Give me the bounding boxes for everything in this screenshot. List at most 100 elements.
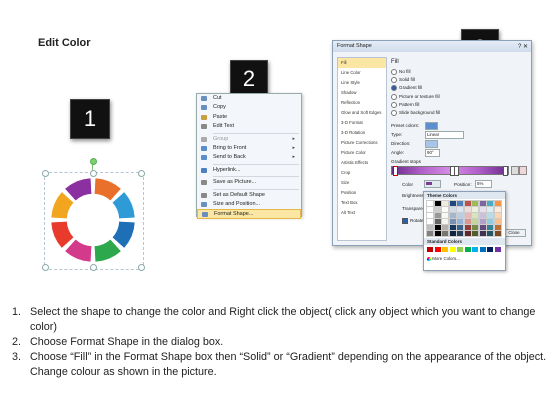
theme-color-swatch[interactable] xyxy=(433,224,442,231)
theme-color-swatch[interactable] xyxy=(471,230,479,237)
theme-color-swatch[interactable] xyxy=(433,200,442,207)
category-item-line-style[interactable]: Line Style xyxy=(338,78,386,88)
category-item-shadow[interactable]: Shadow xyxy=(338,88,386,98)
context-menu-item-copy[interactable]: Copy xyxy=(197,103,301,112)
category-item-position[interactable]: Position xyxy=(338,188,386,198)
category-item-glow-and-soft-edges[interactable]: Glow and Soft Edges xyxy=(338,108,386,118)
fill-option-no-fill[interactable]: No fill xyxy=(391,69,411,75)
position-input[interactable]: 5% xyxy=(475,180,492,188)
theme-color-swatch[interactable] xyxy=(456,212,464,219)
theme-color-swatch[interactable] xyxy=(486,212,494,219)
category-item-reflection[interactable]: Reflection xyxy=(338,98,386,108)
context-menu-item-size-and-position[interactable]: Size and Position... xyxy=(197,200,301,209)
theme-color-swatch[interactable] xyxy=(441,212,449,219)
theme-color-swatch[interactable] xyxy=(486,206,494,213)
theme-color-swatch[interactable] xyxy=(493,206,502,213)
theme-color-swatch[interactable] xyxy=(486,230,494,237)
theme-color-swatch[interactable] xyxy=(433,206,442,213)
theme-color-swatch[interactable] xyxy=(471,224,479,231)
theme-color-swatch[interactable] xyxy=(463,218,472,225)
theme-color-swatch[interactable] xyxy=(471,218,479,225)
category-item-alt-text[interactable]: Alt Text xyxy=(338,208,386,218)
context-menu-item-hyperlink[interactable]: Hyperlink... xyxy=(197,166,301,175)
theme-color-swatch[interactable] xyxy=(441,218,449,225)
category-item-fill[interactable]: Fill xyxy=(338,58,386,68)
gradient-stop-handle[interactable] xyxy=(503,166,508,176)
standard-color-swatch[interactable] xyxy=(457,247,463,252)
standard-color-swatch[interactable] xyxy=(449,247,456,252)
theme-color-swatch[interactable] xyxy=(433,218,442,225)
theme-color-swatch[interactable] xyxy=(478,230,487,237)
theme-color-swatch[interactable] xyxy=(456,200,464,207)
category-item-line-color[interactable]: Line Color xyxy=(338,68,386,78)
theme-color-swatch[interactable] xyxy=(456,206,464,213)
fill-option-pattern-fill[interactable]: Pattern fill xyxy=(391,101,419,108)
theme-color-swatch[interactable] xyxy=(448,218,457,225)
context-menu-item-bring-to-front[interactable]: Bring to Front ▸ xyxy=(197,144,301,153)
theme-color-swatch[interactable] xyxy=(493,230,502,237)
color-dropdown-button[interactable] xyxy=(424,180,441,188)
context-menu-item-edit-text[interactable]: Edit Text xyxy=(197,122,301,131)
ring-segment[interactable] xyxy=(111,191,136,219)
direction-dropdown[interactable] xyxy=(425,140,438,148)
theme-color-swatch[interactable] xyxy=(478,224,487,231)
category-item-artistic-effects[interactable]: Artistic Effects xyxy=(338,158,386,168)
theme-color-swatch[interactable] xyxy=(426,230,434,237)
category-item-3-d-format[interactable]: 3-D Format xyxy=(338,118,386,128)
context-menu-item-save-as-picture[interactable]: Save as Picture... xyxy=(197,178,301,187)
context-menu-item-set-as-default-shape[interactable]: Set as Default Shape xyxy=(197,191,301,200)
theme-color-swatch[interactable] xyxy=(426,200,434,207)
theme-color-swatch[interactable] xyxy=(463,200,472,207)
context-menu-item-group[interactable]: Group ▸ xyxy=(197,135,301,144)
angle-input[interactable]: 90° xyxy=(425,149,440,157)
theme-color-swatch[interactable] xyxy=(493,224,502,231)
theme-color-swatch[interactable] xyxy=(456,224,464,231)
remove-stop-icon[interactable] xyxy=(519,166,527,175)
theme-color-swatch[interactable] xyxy=(433,230,442,237)
category-item-3-d-rotation[interactable]: 3-D Rotation xyxy=(338,128,386,138)
category-item-picture-corrections[interactable]: Picture Corrections xyxy=(338,138,386,148)
standard-color-swatch[interactable] xyxy=(464,247,471,252)
theme-color-swatch[interactable] xyxy=(478,200,487,207)
theme-color-swatch[interactable] xyxy=(478,218,487,225)
theme-color-swatch[interactable] xyxy=(471,206,479,213)
theme-color-swatch[interactable] xyxy=(471,200,479,207)
theme-color-swatch[interactable] xyxy=(463,212,472,219)
ring-segment[interactable] xyxy=(94,177,122,202)
fill-option-solid-fill[interactable]: Solid fill xyxy=(391,77,415,84)
theme-color-swatch[interactable] xyxy=(463,224,472,231)
theme-color-swatch[interactable] xyxy=(448,224,457,231)
theme-color-swatch[interactable] xyxy=(463,230,472,237)
category-item-picture-color[interactable]: Picture Color xyxy=(338,148,386,158)
standard-color-swatch[interactable] xyxy=(472,247,478,252)
theme-color-swatch[interactable] xyxy=(448,212,457,219)
theme-color-swatch[interactable] xyxy=(486,218,494,225)
gradient-stop-handle[interactable] xyxy=(454,166,459,176)
theme-color-swatch[interactable] xyxy=(441,200,449,207)
more-colors-item[interactable]: More Colors... xyxy=(427,256,460,261)
category-item-size[interactable]: Size xyxy=(338,178,386,188)
theme-color-swatch[interactable] xyxy=(486,200,494,207)
theme-color-swatch[interactable] xyxy=(448,230,457,237)
theme-color-swatch[interactable] xyxy=(441,206,449,213)
theme-color-swatch[interactable] xyxy=(463,206,472,213)
ring-segment[interactable] xyxy=(50,221,75,249)
standard-color-swatch[interactable] xyxy=(427,247,433,252)
context-menu-item-paste[interactable]: Paste xyxy=(197,113,301,122)
fill-option-gradient-fill[interactable]: Gradient fill xyxy=(391,85,422,92)
theme-color-swatch[interactable] xyxy=(441,230,449,237)
type-dropdown[interactable]: Linear xyxy=(425,131,464,139)
theme-color-swatch[interactable] xyxy=(448,206,457,213)
context-menu-item-cut[interactable]: Cut xyxy=(197,94,301,103)
theme-color-swatch[interactable] xyxy=(426,224,434,231)
theme-color-swatch[interactable] xyxy=(493,200,502,207)
fill-option-picture-or-texture-fill[interactable]: Picture or texture fill xyxy=(391,93,440,100)
color-ring-shape[interactable] xyxy=(44,172,142,268)
theme-color-swatch[interactable] xyxy=(456,230,464,237)
theme-color-swatch[interactable] xyxy=(471,212,479,219)
standard-color-swatch[interactable] xyxy=(494,247,501,252)
gradient-stop-handle[interactable] xyxy=(393,166,398,176)
theme-color-swatch[interactable] xyxy=(433,212,442,219)
ring-segment[interactable] xyxy=(111,221,136,249)
ring-segment[interactable] xyxy=(64,238,92,263)
